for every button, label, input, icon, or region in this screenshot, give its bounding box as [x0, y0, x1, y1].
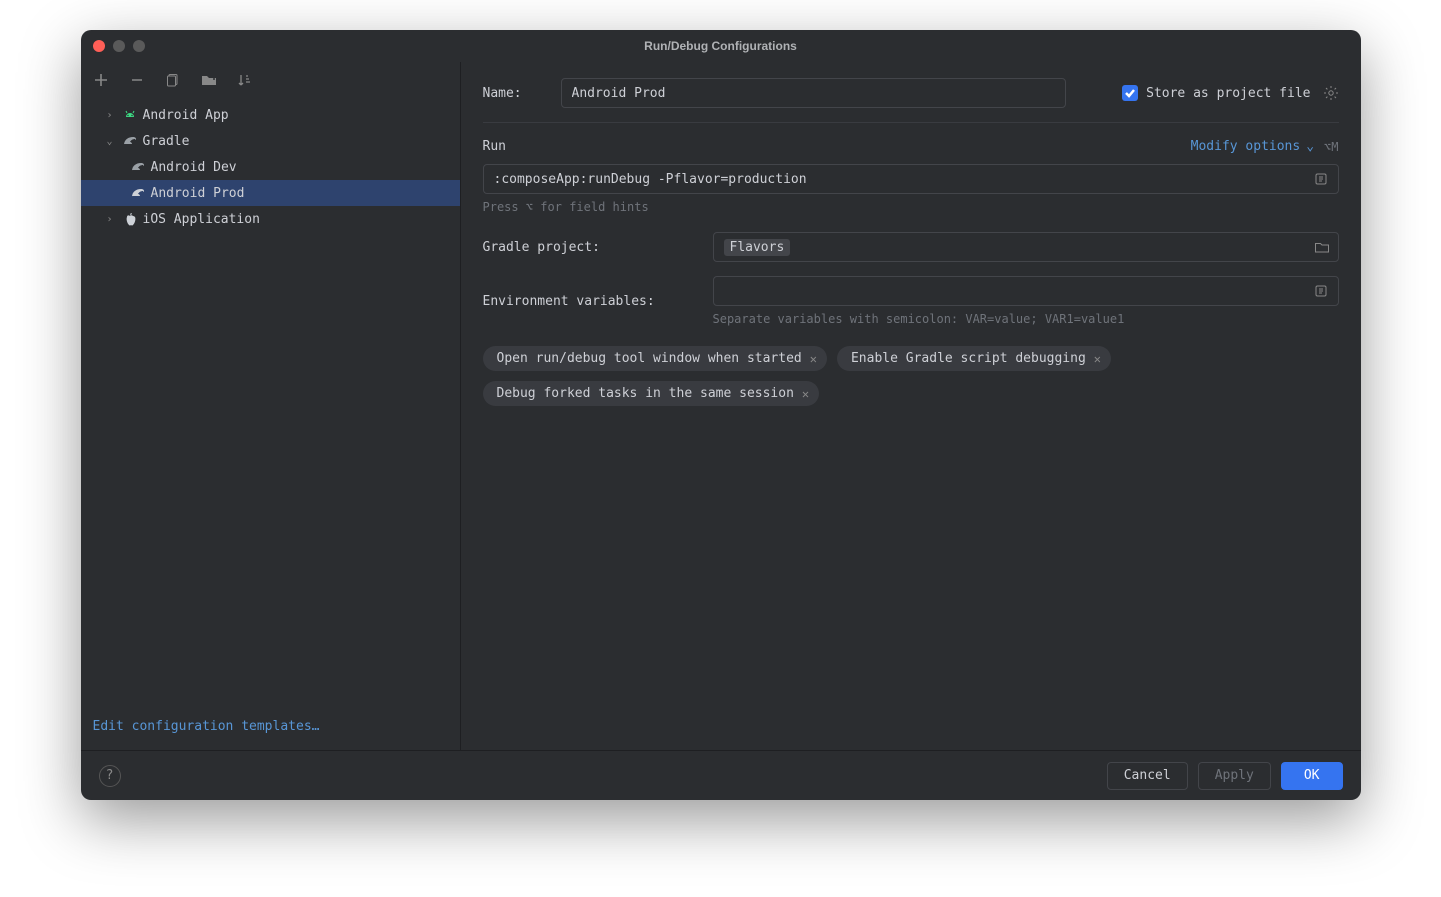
tree-item-label: iOS Application [143, 212, 260, 227]
dialog-body: › Android App ⌄ Gradle [81, 62, 1361, 750]
config-form: Name: Store as project file Run [461, 62, 1361, 750]
close-icon[interactable]: ✕ [810, 352, 817, 366]
tree-item-label: Gradle [143, 134, 190, 149]
chevron-right-icon: › [103, 214, 117, 225]
chip-label: Debug forked tasks in the same session [497, 386, 794, 401]
sidebar-toolbar [81, 62, 460, 98]
add-config-button[interactable] [91, 70, 111, 90]
close-icon[interactable]: ✕ [1094, 352, 1101, 366]
gradle-project-label: Gradle project: [483, 240, 703, 255]
chip-debug-forked-tasks[interactable]: Debug forked tasks in the same session ✕ [483, 381, 820, 406]
copy-config-button[interactable] [163, 70, 183, 90]
modify-options-label: Modify options [1191, 139, 1301, 154]
config-tree: › Android App ⌄ Gradle [81, 98, 460, 709]
tree-item-label: Android App [143, 108, 229, 123]
env-vars-label: Environment variables: [483, 294, 703, 309]
sidebar-footer: Edit configuration templates… [81, 709, 460, 750]
android-icon [121, 108, 139, 122]
gradle-project-value: Flavors [724, 239, 791, 256]
help-button[interactable]: ? [99, 765, 121, 787]
env-vars-input-wrapper [713, 276, 1339, 306]
tree-item-label: Android Prod [151, 186, 245, 201]
dialog-window: Run/Debug Configurations [81, 30, 1361, 800]
window-title: Run/Debug Configurations [81, 39, 1361, 53]
gradle-project-select[interactable]: Flavors [713, 232, 1339, 262]
modify-options-link[interactable]: Modify options ⌄ ⌥M [1191, 139, 1339, 154]
gear-icon[interactable] [1323, 85, 1339, 101]
ok-button[interactable]: OK [1281, 762, 1343, 790]
dialog-footer: ? Cancel Apply OK [81, 750, 1361, 800]
env-hint: Separate variables with semicolon: VAR=v… [713, 312, 1339, 326]
gradle-icon [129, 161, 147, 173]
tree-item-label: Android Dev [151, 160, 237, 175]
chevron-down-icon: ⌄ [103, 136, 117, 147]
divider [483, 122, 1339, 123]
folder-button[interactable] [199, 70, 219, 90]
run-tasks-input[interactable] [494, 172, 1304, 187]
gradle-icon [121, 135, 139, 147]
expand-icon[interactable] [1312, 172, 1330, 186]
chip-label: Enable Gradle script debugging [851, 351, 1086, 366]
env-vars-input[interactable] [724, 284, 1304, 299]
chip-open-tool-window[interactable]: Open run/debug tool window when started … [483, 346, 827, 371]
chevron-down-icon: ⌄ [1306, 139, 1314, 154]
titlebar: Run/Debug Configurations [81, 30, 1361, 62]
remove-config-button[interactable] [127, 70, 147, 90]
run-hint: Press ⌥ for field hints [483, 200, 1339, 214]
run-label: Run [483, 139, 506, 154]
name-row: Name: Store as project file [483, 78, 1339, 108]
tree-item-gradle[interactable]: ⌄ Gradle [81, 128, 460, 154]
run-section-head: Run Modify options ⌄ ⌥M [483, 139, 1339, 154]
fields-grid: Gradle project: Flavors Environment vari… [483, 232, 1339, 326]
sidebar: › Android App ⌄ Gradle [81, 62, 461, 750]
folder-icon[interactable] [1314, 240, 1330, 254]
cancel-button[interactable]: Cancel [1107, 762, 1188, 790]
tree-item-android-dev[interactable]: Android Dev [81, 154, 460, 180]
apple-icon [121, 212, 139, 226]
apply-button[interactable]: Apply [1198, 762, 1271, 790]
close-icon[interactable]: ✕ [802, 387, 809, 401]
modify-shortcut: ⌥M [1324, 140, 1338, 154]
main-panel: Name: Store as project file Run [461, 62, 1361, 750]
name-label: Name: [483, 86, 545, 101]
expand-icon[interactable] [1312, 284, 1330, 298]
edit-templates-link[interactable]: Edit configuration templates… [93, 719, 320, 734]
chevron-right-icon: › [103, 110, 117, 121]
store-as-project[interactable]: Store as project file [1122, 85, 1338, 101]
name-input[interactable] [561, 78, 1067, 108]
sort-button[interactable] [235, 70, 255, 90]
tree-item-android-app[interactable]: › Android App [81, 102, 460, 128]
option-chips: Open run/debug tool window when started … [483, 346, 1339, 406]
gradle-icon [129, 187, 147, 199]
run-tasks-input-wrapper [483, 164, 1339, 194]
store-checkbox[interactable] [1122, 85, 1138, 101]
tree-item-ios-app[interactable]: › iOS Application [81, 206, 460, 232]
store-label: Store as project file [1146, 86, 1310, 101]
chip-enable-script-debugging[interactable]: Enable Gradle script debugging ✕ [837, 346, 1111, 371]
chip-label: Open run/debug tool window when started [497, 351, 802, 366]
tree-item-android-prod[interactable]: Android Prod [81, 180, 460, 206]
